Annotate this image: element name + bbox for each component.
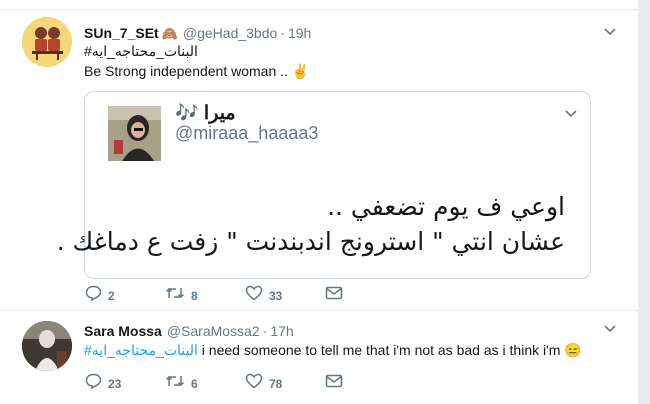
separator: ·: [262, 323, 268, 339]
retweet-icon: [165, 374, 185, 393]
chevron-down-icon[interactable]: [604, 320, 616, 336]
heart-icon: [245, 285, 263, 306]
reply-button[interactable]: 23: [85, 373, 165, 394]
avatar[interactable]: [22, 17, 72, 67]
previous-tweet-edge: [0, 0, 638, 10]
direct-message-button[interactable]: [325, 286, 349, 305]
direct-message-button[interactable]: [325, 374, 349, 393]
heart-icon: [245, 373, 263, 394]
retweet-button[interactable]: 8: [165, 286, 245, 305]
retweet-count: 8: [191, 288, 198, 303]
tweet-actions: 2 8 33: [85, 285, 349, 306]
user-handle[interactable]: @SaraMossa2: [167, 323, 260, 339]
chevron-down-icon[interactable]: [565, 106, 577, 121]
avatar[interactable]: [22, 321, 72, 371]
quoted-user-handle[interactable]: @miraaa_haaaa3: [175, 123, 318, 144]
display-name[interactable]: Sara Mossa: [84, 323, 162, 339]
like-count: 33: [269, 288, 283, 303]
like-button[interactable]: 78: [245, 373, 325, 394]
envelope-icon: [325, 374, 343, 393]
reply-icon: [85, 373, 102, 394]
avatar-photo: [22, 321, 72, 371]
tweet-actions: 23 6 78: [85, 373, 349, 394]
like-button[interactable]: 33: [245, 285, 325, 306]
like-count: 78: [269, 376, 283, 391]
reply-button[interactable]: 2: [85, 285, 165, 306]
tweet-header: Sara Mossa @SaraMossa2 · 17h: [84, 323, 294, 339]
reply-count: 23: [108, 376, 122, 391]
hashtag-link[interactable]: #البنات_محتاجه_ايه: [84, 342, 198, 358]
retweet-count: 6: [191, 376, 198, 391]
tweet-text: #البنات_محتاجه_ايه i need someone to tel…: [84, 342, 582, 359]
envelope-icon: [325, 286, 343, 305]
timestamp[interactable]: 17h: [270, 323, 293, 339]
quoted-tweet[interactable]: ميرا 🎶 @miraaa_haaaa3 اوعي ف يوم تضعفي .…: [57, 91, 591, 279]
quoted-avatar[interactable]: [108, 106, 161, 161]
quoted-display-name[interactable]: ميرا 🎶: [175, 101, 236, 125]
tweet-body: i need someone to tell me that i'm not a…: [197, 342, 582, 358]
reply-count: 2: [108, 288, 115, 303]
tweet[interactable]: Sara Mossa @SaraMossa2 · 17h #البنات_محت…: [0, 312, 638, 404]
chevron-down-icon[interactable]: [604, 23, 616, 39]
quoted-avatar-photo: [108, 106, 161, 161]
quoted-text-line: اوعي ف يوم تضعفي ..: [327, 192, 565, 221]
hashtag-link[interactable]: #البنات_محتاجه_ايه: [84, 43, 198, 60]
retweet-button[interactable]: 6: [165, 374, 245, 393]
separator: ·: [280, 25, 285, 41]
tweet-header: SUn_7_SEt 🙈 @geHad_3bdo · 19h: [84, 25, 311, 42]
timestamp[interactable]: 19h: [288, 25, 311, 41]
user-handle[interactable]: @geHad_3bdo: [183, 25, 277, 41]
display-name[interactable]: SUn_7_SEt: [84, 25, 159, 41]
monkey-emoji: 🙈: [161, 26, 178, 41]
reply-icon: [85, 285, 102, 306]
quoted-text-line: عشان انتي " استرونج اندبندنت " زفت ع دما…: [56, 227, 565, 256]
tweet[interactable]: SUn_7_SEt 🙈 @geHad_3bdo · 19h #البنات_مح…: [0, 11, 638, 311]
timeline: SUn_7_SEt 🙈 @geHad_3bdo · 19h #البنات_مح…: [0, 0, 638, 404]
retweet-icon: [165, 286, 185, 305]
avatar-illustration: [22, 17, 72, 67]
tweet-text: Be Strong independent woman .. ✌: [84, 63, 310, 79]
